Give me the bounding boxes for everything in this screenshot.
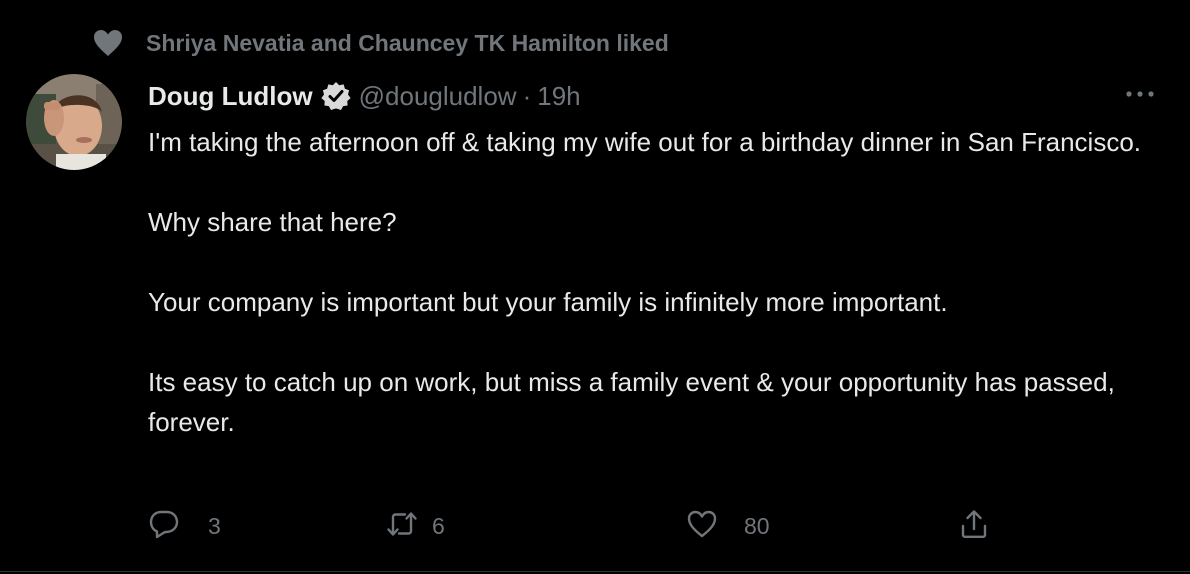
- like-icon: [686, 508, 718, 545]
- like-count: 80: [744, 512, 770, 539]
- reply-icon: [148, 508, 180, 545]
- share-icon: [958, 508, 990, 545]
- tweet-body: I'm taking the afternoon off & taking my…: [148, 122, 1158, 482]
- social-context: Shriya Nevatia and Chauncey TK Hamilton …: [92, 27, 669, 59]
- tweet-time[interactable]: 19h: [537, 81, 580, 112]
- more-options-icon[interactable]: [1124, 86, 1156, 102]
- retweet-count: 6: [432, 512, 445, 539]
- share-button[interactable]: [958, 506, 990, 546]
- retweet-icon: [386, 508, 418, 545]
- avatar[interactable]: [26, 74, 122, 170]
- tweet-paragraph: Your company is important but your famil…: [148, 287, 948, 317]
- separator-dot: ·: [522, 80, 532, 111]
- author-handle[interactable]: @dougludlow: [359, 81, 517, 112]
- tweet-paragraph: I'm taking the afternoon off & taking my…: [148, 127, 1142, 157]
- divider: [0, 571, 1190, 572]
- social-context-text[interactable]: Shriya Nevatia and Chauncey TK Hamilton …: [146, 30, 669, 57]
- tweet-paragraph: Why share that here?: [148, 207, 397, 237]
- tweet-header: Doug Ludlow @dougludlow · 19h: [148, 76, 581, 116]
- reply-count: 3: [208, 512, 221, 539]
- tweet-paragraph: Its easy to catch up on work, but miss a…: [148, 367, 1115, 437]
- tweet-card[interactable]: Shriya Nevatia and Chauncey TK Hamilton …: [0, 0, 1190, 574]
- heart-icon: [92, 28, 124, 58]
- verified-badge-icon: [321, 81, 351, 111]
- action-bar: 3 6 80: [148, 506, 1008, 546]
- like-button[interactable]: 80: [686, 506, 770, 546]
- author-name[interactable]: Doug Ludlow: [148, 81, 313, 112]
- retweet-button[interactable]: 6: [386, 506, 445, 546]
- reply-button[interactable]: 3: [148, 506, 221, 546]
